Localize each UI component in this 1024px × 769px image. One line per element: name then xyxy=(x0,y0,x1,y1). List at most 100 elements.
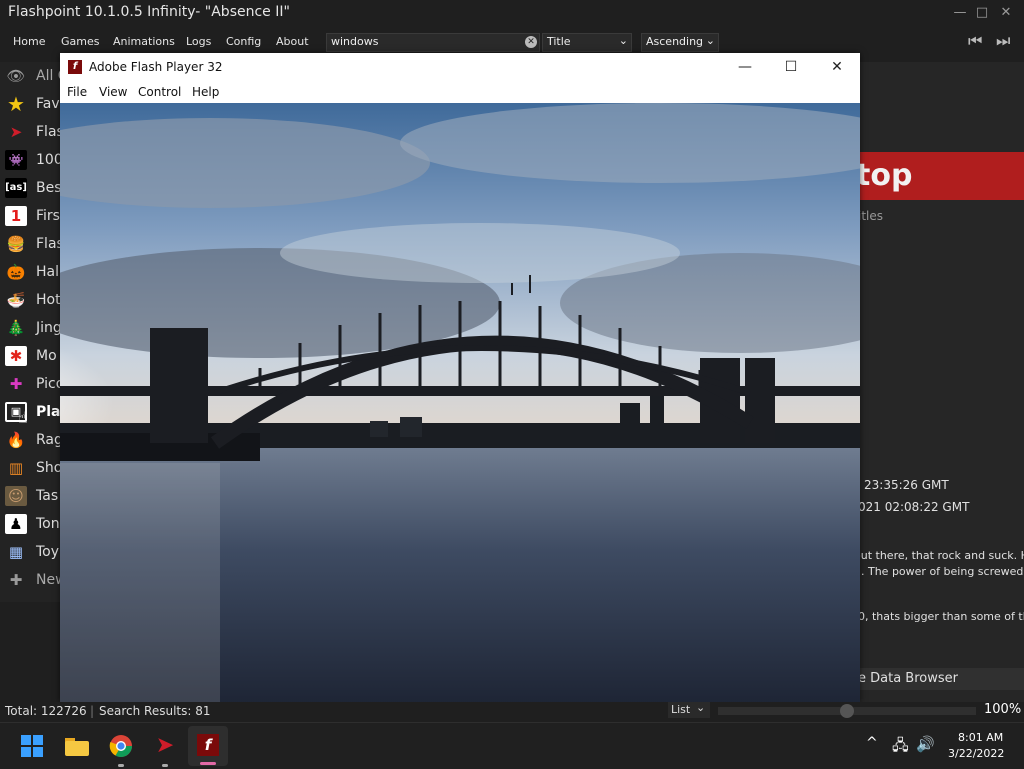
skip-back-icon[interactable]: ⏮ xyxy=(968,31,982,51)
sort-field-select[interactable]: Title ⌄ xyxy=(542,33,632,52)
sidebar-item-halloween[interactable]: 🎃 Hall xyxy=(0,258,62,286)
fire-icon: 🔥 xyxy=(6,431,26,449)
harbour-bridge-scene xyxy=(60,103,860,703)
menu-games[interactable]: Games xyxy=(61,35,99,48)
sidebar-item-hot[interactable]: 🍜 Hot xyxy=(0,286,62,314)
description-line-1: out there, that rock and suck. He xyxy=(860,549,1024,562)
number-one-icon: 1 xyxy=(5,206,27,226)
description-line-2: . The power of being screwed! xyxy=(861,565,1024,578)
sidebar-item-play[interactable]: ▣ Play ☝ xyxy=(0,398,62,427)
zoom-slider[interactable] xyxy=(718,704,976,718)
blocks-icon: ▦ xyxy=(8,543,24,561)
view-mode-select[interactable]: List ⌄ xyxy=(668,701,710,718)
flash-content-area[interactable] xyxy=(60,103,860,703)
sidebar-item-pico[interactable]: ✚ Pico xyxy=(0,370,62,398)
sidebar-item-best[interactable]: [as] Bes xyxy=(0,174,62,202)
sidebar-item-first[interactable]: 1 Firs xyxy=(0,202,62,230)
flashpoint-logo-icon: ➤ xyxy=(9,123,23,141)
chrome-icon[interactable] xyxy=(107,732,135,767)
clock-date[interactable]: 3/22/2022 xyxy=(948,747,1004,760)
plus-icon: ✚ xyxy=(9,571,23,589)
search-value: windows xyxy=(331,35,379,48)
view-mode-value: List xyxy=(671,703,691,716)
chevron-down-icon: ⌄ xyxy=(696,701,706,714)
network-icon[interactable]: 🖧 xyxy=(892,735,909,760)
sidebar-item-ton[interactable]: ♟ Ton xyxy=(0,510,62,538)
running-indicator xyxy=(118,764,124,767)
mo-logo-icon: ✱ xyxy=(5,346,27,366)
flash-menu-view[interactable]: View xyxy=(99,85,127,99)
search-results-count: Search Results: 81 xyxy=(99,704,211,718)
sidebar-item-tas[interactable]: ☺ Tas xyxy=(0,482,62,510)
flash-taskbar-icon: f xyxy=(197,734,219,756)
status-bar: Total: 122726 | Search Results: 81 List … xyxy=(0,701,1024,722)
hand-cursor-icon: ☝ xyxy=(18,408,28,427)
flash-menu-file[interactable]: File xyxy=(67,85,87,99)
pixel-icon: ✚ xyxy=(9,375,23,393)
file-explorer-icon[interactable] xyxy=(63,732,91,760)
menu-animations[interactable]: Animations xyxy=(113,35,175,48)
taskbar: ➤ f ^ 🖧 🔊 8:01 AM 3/22/2022 xyxy=(0,722,1024,769)
zoom-slider-handle[interactable] xyxy=(840,704,854,718)
sort-order-select[interactable]: Ascending ⌄ xyxy=(641,33,719,52)
flash-maximize-button[interactable]: ☐ xyxy=(768,53,814,82)
flash-player-window: f Adobe Flash Player 32 — ☐ ✕ File View … xyxy=(60,53,860,703)
data-browser-button[interactable]: e Data Browser xyxy=(860,668,1024,690)
running-indicator xyxy=(162,764,168,767)
flash-title-bar: f Adobe Flash Player 32 — ☐ ✕ xyxy=(60,53,860,82)
description-line-3: 0, thats bigger than some of the xyxy=(860,610,1024,623)
menu-config[interactable]: Config xyxy=(226,35,261,48)
window-title: Flashpoint 10.1.0.5 Infinity- "Absence I… xyxy=(8,4,290,20)
menu-about[interactable]: About xyxy=(276,35,309,48)
sidebar-item-toy[interactable]: ▦ Toy xyxy=(0,538,62,566)
sort-field-value: Title xyxy=(547,35,571,48)
sidebar-item-label: Hall xyxy=(36,264,62,280)
sidebar-item-label: Toy xyxy=(36,544,60,560)
sidebar: 👁 All G ★ Fave ➤ Flas 👾 100 [as] Bes 1 F… xyxy=(0,62,62,602)
sidebar-item-flashpoint[interactable]: ➤ Flas xyxy=(0,118,62,146)
clock-time[interactable]: 8:01 AM xyxy=(958,731,1003,744)
sidebar-item-flash-burger[interactable]: 🍔 Flas xyxy=(0,230,62,258)
sidebar-item-label: Tas xyxy=(36,488,59,504)
sidebar-item-100[interactable]: 👾 100 xyxy=(0,146,62,174)
sidebar-item-jingle[interactable]: 🎄 Jing xyxy=(0,314,62,342)
sidebar-item-mo[interactable]: ✱ Mo xyxy=(0,342,62,370)
sidebar-item-all[interactable]: 👁 All G xyxy=(0,62,62,90)
sidebar-item-sho[interactable]: ▥ Sho xyxy=(0,454,62,482)
windows-start-icon[interactable] xyxy=(18,732,46,760)
menu-home[interactable]: Home xyxy=(13,35,45,48)
flash-menu-control[interactable]: Control xyxy=(138,85,181,99)
sidebar-item-label: New xyxy=(36,572,62,588)
sidebar-item-label: Flas xyxy=(36,124,62,140)
minimize-button[interactable]: — xyxy=(950,4,970,22)
sidebar-item-label: All G xyxy=(36,68,62,84)
active-indicator xyxy=(200,762,216,765)
menu-logs[interactable]: Logs xyxy=(186,35,211,48)
flash-window-title: Adobe Flash Player 32 xyxy=(89,60,223,74)
bars-icon: ▥ xyxy=(8,459,24,477)
flash-icon: f xyxy=(68,60,82,74)
close-button[interactable]: ✕ xyxy=(996,4,1016,22)
volume-icon[interactable]: 🔊 xyxy=(916,735,935,753)
flash-close-button[interactable]: ✕ xyxy=(814,53,860,82)
maximize-button[interactable]: □ xyxy=(972,4,992,22)
flashpoint-taskbar-icon[interactable]: ➤ xyxy=(151,732,179,767)
chevron-down-icon: ⌄ xyxy=(618,34,628,47)
zoom-value: 100% xyxy=(984,702,1022,717)
as-logo-icon: [as] xyxy=(5,178,27,198)
flash-menu-bar: File View Control Help xyxy=(60,82,860,104)
sidebar-item-label: Play xyxy=(36,404,62,420)
flash-player-taskbar-button[interactable]: f xyxy=(188,726,228,766)
sidebar-item-favorites[interactable]: ★ Fave xyxy=(0,90,62,118)
portrait-icon: ☺ xyxy=(5,486,27,506)
sidebar-item-label: Fave xyxy=(36,96,62,112)
flash-minimize-button[interactable]: — xyxy=(722,53,768,82)
search-input[interactable]: windows ✕ xyxy=(326,33,540,52)
tray-chevron-icon[interactable]: ^ xyxy=(866,735,878,751)
pumpkin-icon: 🎃 xyxy=(6,263,26,281)
skip-forward-icon[interactable]: ⏭ xyxy=(996,31,1010,51)
sidebar-item-new[interactable]: ✚ New xyxy=(0,566,62,594)
flash-menu-help[interactable]: Help xyxy=(192,85,219,99)
sidebar-item-rag[interactable]: 🔥 Rag xyxy=(0,426,62,454)
clear-icon[interactable]: ✕ xyxy=(525,36,537,48)
